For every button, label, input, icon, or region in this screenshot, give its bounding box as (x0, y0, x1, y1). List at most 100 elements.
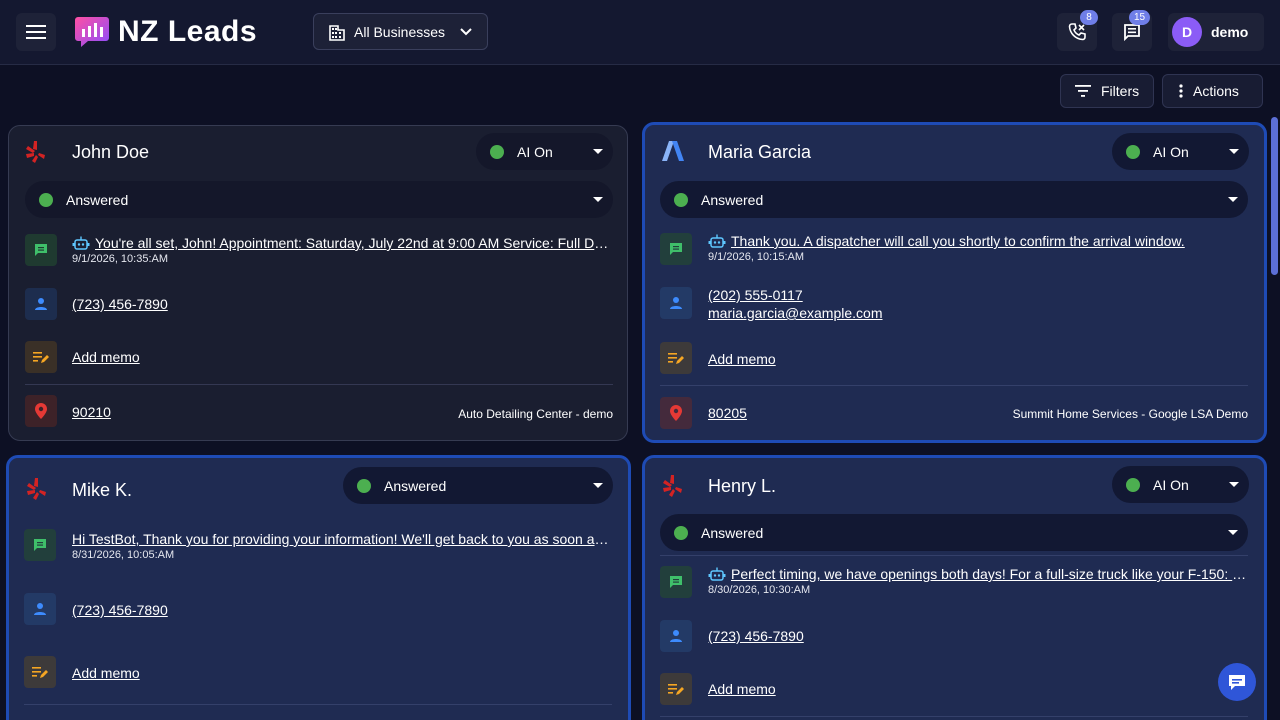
person-icon (660, 620, 692, 652)
message-icon (660, 233, 692, 265)
hamburger-icon (26, 25, 46, 39)
divider (660, 385, 1248, 386)
caret-down-icon (1228, 530, 1238, 535)
actions-button[interactable]: Actions (1162, 74, 1263, 108)
call-status-label: Answered (701, 524, 764, 541)
user-menu[interactable]: D demo (1168, 13, 1264, 51)
more-vertical-icon (1179, 84, 1183, 98)
email-link[interactable]: maria.garcia@example.com (708, 304, 883, 322)
filters-button[interactable]: Filters (1060, 74, 1154, 108)
caret-down-icon (1228, 197, 1238, 202)
status-dot (357, 478, 371, 493)
avatar: D (1172, 17, 1202, 47)
calls-button[interactable]: 8 (1057, 10, 1098, 51)
status-dot (490, 144, 504, 159)
lead-name: Mike K. (72, 480, 133, 500)
call-status-select[interactable]: Answered (25, 181, 613, 218)
lead-name: John Doe (72, 142, 150, 162)
messages-badge: 15 (1129, 10, 1151, 25)
memo-icon (660, 673, 692, 705)
phone-link[interactable]: (723) 456-7890 (708, 627, 804, 645)
phone-missed-icon (1068, 23, 1086, 41)
business-filter-select[interactable]: All Businesses (313, 13, 488, 50)
call-status-select[interactable]: Answered (660, 514, 1248, 551)
lead-card[interactable]: Maria Garcia AI On Answered Thank you. A… (642, 122, 1267, 443)
ai-status-select[interactable]: AI On (1112, 133, 1249, 170)
nz-leads-logo-icon (75, 17, 109, 47)
message-icon (24, 529, 56, 561)
status-dot (39, 192, 53, 207)
add-memo-link[interactable]: Add memo (72, 348, 140, 366)
building-icon (329, 24, 345, 41)
bot-icon (708, 234, 726, 248)
memo-icon (660, 342, 692, 374)
message-timestamp: 9/1/2026, 10:15:AM (708, 251, 805, 263)
caret-down-icon (593, 149, 603, 154)
message-timestamp: 9/1/2026, 10:35:AM (72, 253, 169, 265)
ai-status-label: AI On (1153, 476, 1189, 493)
last-message-link[interactable]: Perfect timing, we have openings both da… (708, 566, 1248, 582)
call-status-select[interactable]: Answered (660, 181, 1248, 218)
yelp-icon (27, 478, 46, 500)
top-app-bar: NZ Leads All Businesses 8 15 D demo (0, 0, 1280, 65)
filters-label: Filters (1101, 83, 1140, 99)
phone-link[interactable]: (723) 456-7890 (72, 601, 168, 619)
add-memo-link[interactable]: Add memo (72, 664, 140, 682)
call-status-label: Answered (384, 477, 447, 494)
last-message-link[interactable]: You're all set, John! Appointment: Satur… (72, 235, 612, 251)
caret-down-icon (1229, 482, 1239, 487)
last-message-link[interactable]: Hi TestBot, Thank you for providing your… (72, 531, 612, 547)
lead-card[interactable]: Henry L. AI On Answered Perfect timing, … (642, 455, 1267, 720)
status-dot (674, 525, 688, 540)
call-status-select[interactable]: Answered (343, 467, 613, 504)
bot-icon (708, 567, 726, 581)
zip-link[interactable]: 90210 (72, 403, 111, 421)
bot-icon (72, 236, 90, 250)
divider (660, 555, 1248, 556)
zip-link[interactable]: 80205 (708, 404, 747, 422)
page-scrollbar[interactable] (1271, 117, 1278, 275)
menu-button[interactable] (16, 13, 56, 51)
message-icon (25, 234, 57, 266)
divider (660, 716, 1248, 717)
status-dot (1126, 144, 1140, 159)
call-status-label: Answered (66, 191, 129, 208)
add-memo-link[interactable]: Add memo (708, 680, 776, 698)
brand-name: NZ Leads (118, 15, 258, 48)
person-icon (24, 593, 56, 625)
lead-card[interactable]: Mike K. Answered Hi TestBot, Thank you f… (6, 455, 631, 720)
google-ads-icon (662, 141, 684, 161)
add-memo-link[interactable]: Add memo (708, 350, 776, 368)
person-icon (660, 287, 692, 319)
ai-status-select[interactable]: AI On (1112, 466, 1249, 503)
business-filter-label: All Businesses (354, 23, 446, 40)
chat-widget-button[interactable] (1218, 663, 1256, 701)
calls-badge: 8 (1080, 10, 1098, 25)
status-dot (674, 192, 688, 207)
actions-label: Actions (1193, 83, 1239, 99)
message-timestamp: 8/30/2026, 10:30:AM (708, 584, 811, 596)
yelp-icon (26, 141, 45, 163)
ai-status-label: AI On (1153, 143, 1189, 160)
memo-icon (25, 341, 57, 373)
chat-icon (1124, 24, 1140, 42)
last-message-link[interactable]: Thank you. A dispatcher will call you sh… (708, 233, 1248, 249)
ai-status-select[interactable]: AI On (476, 133, 613, 170)
location-pin-icon (660, 397, 692, 429)
chevron-down-icon (460, 28, 472, 36)
location-pin-icon (25, 395, 57, 427)
message-timestamp: 8/31/2026, 10:05:AM (72, 549, 175, 561)
lead-card[interactable]: John Doe AI On Answered You're all set, … (8, 125, 628, 441)
filter-icon (1075, 85, 1091, 97)
phone-link[interactable]: (202) 555-0117 (708, 286, 803, 304)
phone-link[interactable]: (723) 456-7890 (72, 295, 168, 313)
caret-down-icon (593, 197, 603, 202)
chat-bubble-icon (1229, 675, 1245, 690)
messages-button[interactable]: 15 (1112, 10, 1152, 51)
caret-down-icon (1229, 149, 1239, 154)
business-name: Summit Home Services - Google LSA Demo (1012, 407, 1248, 421)
memo-icon (24, 656, 56, 688)
divider (25, 384, 613, 385)
lead-name: Henry L. (708, 476, 777, 496)
caret-down-icon (593, 483, 603, 488)
